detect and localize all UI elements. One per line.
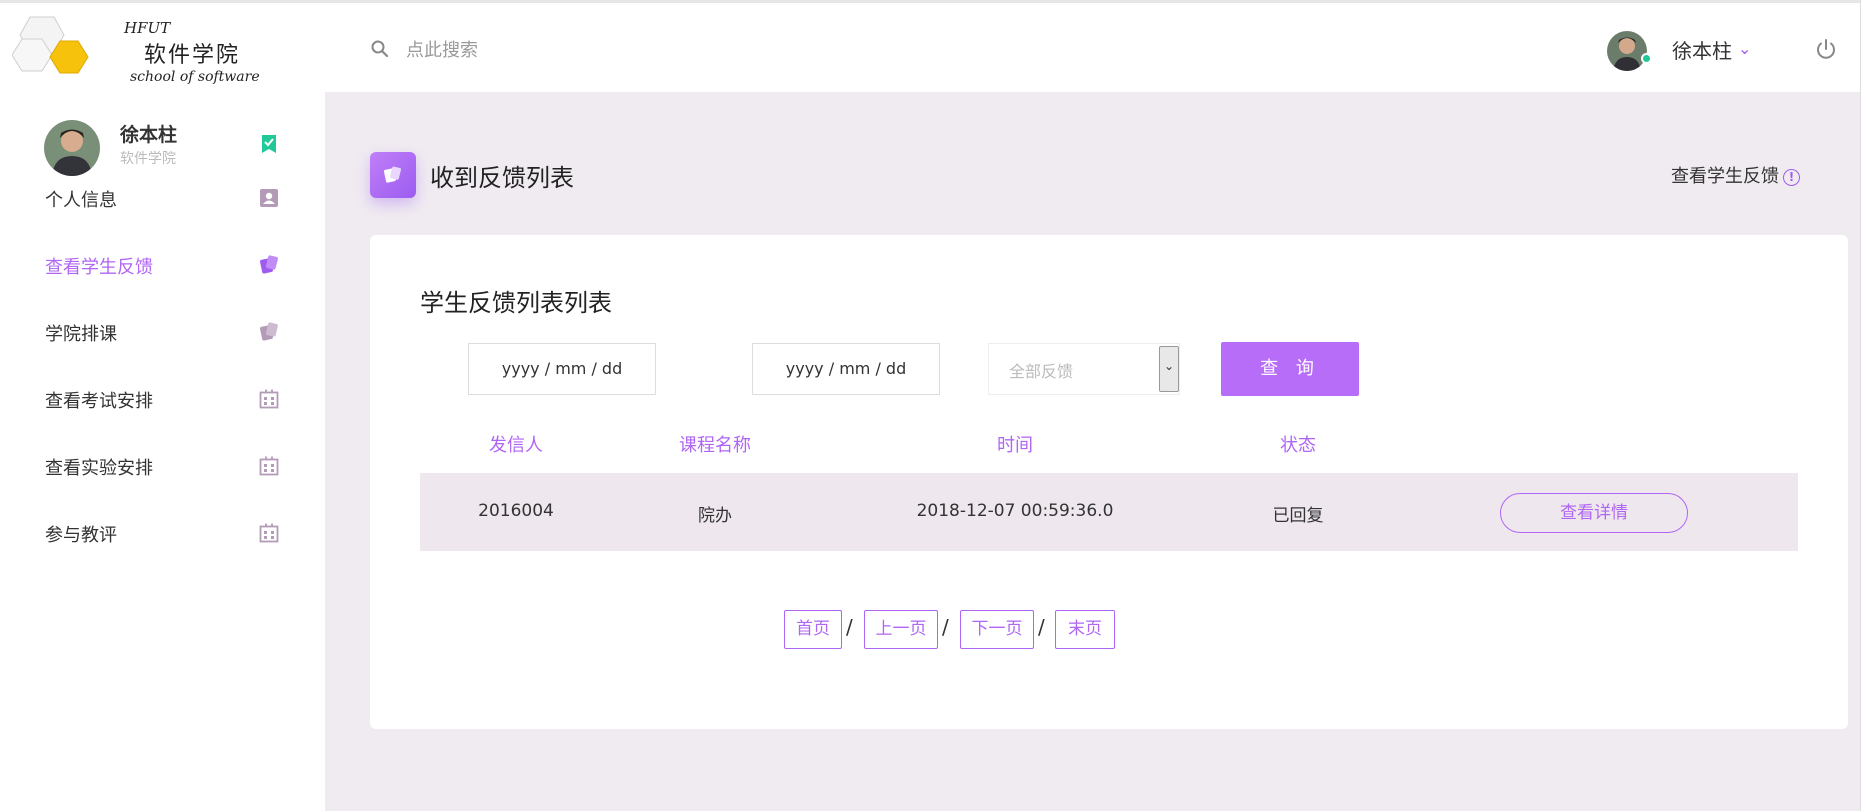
query-button[interactable]: 查 询 <box>1221 342 1359 396</box>
card-title: 学生反馈列表列表 <box>420 289 612 317</box>
sidebar-item-label: 个人信息 <box>45 190 117 211</box>
page-title-icon <box>370 152 416 198</box>
cell-status: 已回复 <box>1272 506 1324 526</box>
header-username[interactable]: 徐本柱 <box>1672 35 1732 64</box>
feedback-type-value: 全部反馈 <box>1009 362 1074 381</box>
feedback-card: 学生反馈列表列表 yyyy / mm / dd yyyy / mm / dd 全… <box>370 235 1848 729</box>
profile-avatar[interactable] <box>44 120 100 176</box>
school-logo[interactable]: HFUT 软件学院 school of software <box>12 13 262 93</box>
sidebar-item-label: 参与教评 <box>45 525 117 546</box>
feedback-type-select[interactable]: 全部反馈 ⌄ <box>988 343 1180 395</box>
select-dropdown-button[interactable]: ⌄ <box>1159 346 1179 392</box>
pager-next-button[interactable]: 下一页 <box>960 610 1034 649</box>
column-header-time: 时间 <box>997 435 1033 456</box>
cell-sender: 2016004 <box>478 501 554 521</box>
top-bar: HFUT 软件学院 school of software 徐本柱 ⌄ <box>0 0 1864 92</box>
start-date-input[interactable]: yyyy / mm / dd <box>468 343 656 395</box>
profile-name: 徐本柱 <box>120 124 178 146</box>
pager-last-button[interactable]: 末页 <box>1055 610 1115 649</box>
hexagon-logo-icon <box>12 16 89 74</box>
sidebar-item-lab-schedule[interactable]: 查看实验安排 <box>0 442 325 492</box>
verified-bookmark-icon <box>262 135 276 153</box>
info-icon[interactable]: ! <box>1783 168 1800 186</box>
sidebar-item-label: 学院排课 <box>45 324 117 345</box>
sidebar-item-label: 查看实验安排 <box>45 458 153 479</box>
cell-course: 院办 <box>698 506 732 526</box>
logo-chinese-text: 软件学院 <box>144 43 241 68</box>
column-header-status: 状态 <box>1280 435 1316 456</box>
sidebar-item-college-schedule[interactable]: 学院排课 <box>0 308 325 358</box>
sidebar-item-exam-schedule[interactable]: 查看考试安排 <box>0 375 325 425</box>
pager-separator: / <box>942 615 949 639</box>
chevron-down-icon: ⌄ <box>1164 359 1175 373</box>
sidebar-item-label: 查看考试安排 <box>45 391 153 412</box>
building-icon <box>259 456 279 476</box>
cards-icon <box>260 322 278 341</box>
breadcrumb[interactable]: 查看学生反馈! <box>1671 162 1800 188</box>
cards-icon <box>260 255 278 274</box>
search-icon[interactable] <box>370 39 390 59</box>
page-title: 收到反馈列表 <box>430 164 574 192</box>
pager-separator: / <box>846 615 853 639</box>
sidebar-item-student-feedback[interactable]: 查看学生反馈 <box>0 241 325 291</box>
sidebar-item-teaching-evaluation[interactable]: 参与教评 <box>0 509 325 559</box>
sidebar-item-personal-info[interactable]: 个人信息 <box>0 174 325 224</box>
header-avatar[interactable] <box>1607 31 1647 71</box>
chevron-down-icon[interactable]: ⌄ <box>1738 39 1751 58</box>
view-details-button[interactable]: 查看详情 <box>1500 493 1688 533</box>
column-header-sender: 发信人 <box>489 435 543 456</box>
power-icon[interactable] <box>1814 37 1838 61</box>
cell-time: 2018-12-07 00:59:36.0 <box>916 501 1114 521</box>
table-row: 2016004 院办 2018-12-07 00:59:36.0 已回复 查看详… <box>420 473 1798 551</box>
search-input[interactable] <box>406 33 906 67</box>
profile-department: 软件学院 <box>120 151 176 167</box>
pager-first-button[interactable]: 首页 <box>784 610 842 649</box>
logo-english-text: school of software <box>130 69 260 85</box>
pager-prev-button[interactable]: 上一页 <box>864 610 938 649</box>
end-date-input[interactable]: yyyy / mm / dd <box>752 343 940 395</box>
sidebar-item-label: 查看学生反馈 <box>45 257 153 278</box>
cards-icon <box>383 166 401 183</box>
column-header-course: 课程名称 <box>679 435 751 456</box>
pager-separator: / <box>1038 615 1045 639</box>
building-icon <box>259 389 279 409</box>
main-content: 收到反馈列表 查看学生反馈! 学生反馈列表列表 yyyy / mm / dd y… <box>325 92 1860 811</box>
sidebar: 徐本柱 软件学院 个人信息 查看学生反馈 学院排课 查看考试安排 查看实验安排 … <box>0 92 325 811</box>
scrollbar[interactable] <box>1860 0 1864 811</box>
contact-card-icon <box>260 189 278 207</box>
online-status-dot <box>1641 53 1652 64</box>
logo-hfut-text: HFUT <box>124 19 171 37</box>
breadcrumb-label[interactable]: 查看学生反馈 <box>1671 166 1779 187</box>
building-icon <box>259 523 279 543</box>
